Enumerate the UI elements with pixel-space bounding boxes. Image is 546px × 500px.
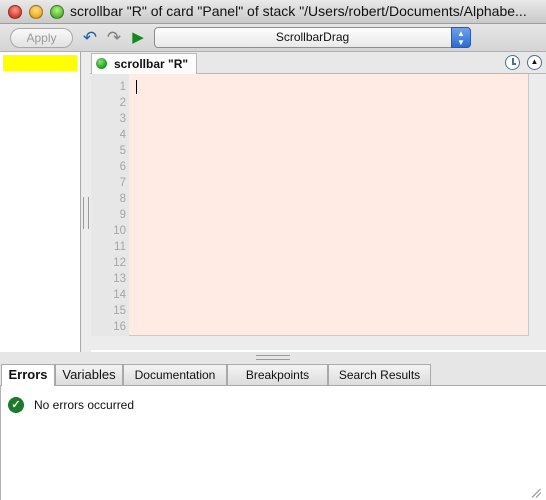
splitter-grip-icon[interactable] [256,355,290,360]
history-clock-icon[interactable] [505,55,520,70]
resize-grip-icon[interactable] [530,486,542,498]
check-circle-icon: ✓ [8,397,24,413]
redo-icon[interactable]: ↷ [104,28,124,48]
splitter-grip-icon[interactable] [83,197,89,229]
window-title: scrollbar "R" of card "Panel" of stack "… [70,3,527,19]
tab-errors[interactable]: Errors [1,364,55,386]
tab-documentation[interactable]: Documentation [123,364,227,385]
tab-variables[interactable]: Variables [55,364,123,385]
status-dot-icon [96,58,107,69]
line-number: 16 [113,321,126,333]
line-number: 3 [119,113,126,125]
tab-search-results[interactable]: Search Results [328,364,431,385]
line-number: 14 [113,289,126,301]
apply-button[interactable]: Apply [10,28,73,48]
line-number: 6 [119,161,126,173]
line-number: 1 [119,81,126,93]
handler-list-selected-item[interactable] [3,55,77,71]
undo-icon[interactable]: ↶ [80,28,100,48]
run-icon[interactable]: ▶ [128,28,148,48]
line-number: 15 [113,305,126,317]
line-number: 5 [119,145,126,157]
collapse-up-icon[interactable]: ▲ [527,55,542,70]
chevron-updown-icon[interactable]: ▲ ▼ [451,27,471,48]
horizontal-scrollbar[interactable] [91,336,529,350]
close-window-button[interactable] [8,5,22,19]
errors-message: No errors occurred [34,398,135,412]
line-number: 13 [113,273,126,285]
line-number: 12 [113,257,126,269]
script-editor[interactable] [129,74,529,336]
line-number: 8 [119,193,126,205]
text-caret [136,80,137,94]
line-number: 9 [119,209,126,221]
line-number: 7 [119,177,126,189]
line-number: 11 [114,241,126,253]
line-number: 2 [119,97,126,109]
line-number: 4 [119,129,126,141]
line-number: 10 [113,225,126,237]
zoom-window-button[interactable] [50,5,64,19]
handler-list[interactable] [0,52,81,352]
clock-hand [512,63,516,65]
handler-select[interactable]: ScrollbarDrag [154,27,471,48]
minimize-window-button[interactable] [29,5,43,19]
tab-breakpoints[interactable]: Breakpoints [227,364,328,385]
